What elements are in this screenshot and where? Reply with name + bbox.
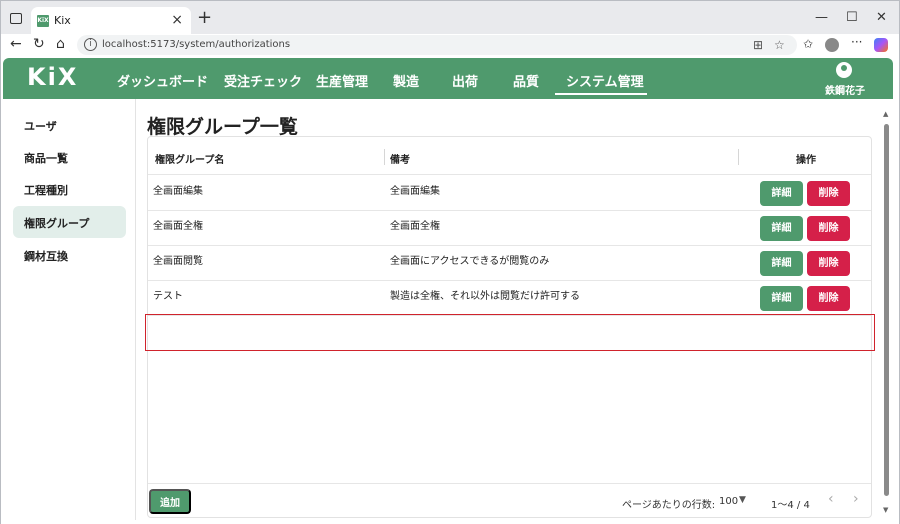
browser-tab[interactable]: KiX Kix × xyxy=(31,7,191,35)
delete-button[interactable]: 削除 xyxy=(807,251,850,276)
window-close-icon[interactable]: ✕ xyxy=(876,10,887,25)
detail-button[interactable]: 詳細 xyxy=(760,181,803,206)
cell-note: 全画面にアクセスできるが閲覧のみ xyxy=(390,256,550,267)
scrollbar-thumb[interactable] xyxy=(884,124,889,496)
pagination-range: 1〜4 / 4 xyxy=(771,500,810,511)
nav-quality[interactable]: 品質 xyxy=(513,71,539,90)
site-info-icon[interactable]: i xyxy=(84,38,97,51)
sidebar-item-steel-compat[interactable]: 鋼材互換 xyxy=(13,239,126,271)
cell-name: 全画面編集 xyxy=(153,186,203,197)
user-name[interactable]: 鉄鋼花子 xyxy=(825,82,865,97)
tab-close-icon[interactable]: × xyxy=(171,12,183,28)
row-divider xyxy=(148,280,871,281)
delete-button[interactable]: 削除 xyxy=(807,286,850,311)
tab-title: Kix xyxy=(54,14,71,27)
scroll-up-icon[interactable]: ▲ xyxy=(883,110,888,118)
cell-name: テスト xyxy=(153,291,183,302)
sidebar-item-label: 工程種別 xyxy=(24,184,68,197)
delete-button[interactable]: 削除 xyxy=(807,216,850,241)
footer-divider xyxy=(148,483,871,484)
sidebar-item-label: ユーザ xyxy=(24,120,57,133)
cell-note: 全画面編集 xyxy=(390,186,440,197)
sidebar: ユーザ 商品一覧 工程種別 権限グループ 鋼材互換 xyxy=(3,99,136,520)
page-title: 権限グループ一覧 xyxy=(147,116,298,138)
column-separator[interactable] xyxy=(384,149,385,165)
favorite-star-icon[interactable]: ☆ xyxy=(774,38,785,52)
delete-button[interactable]: 削除 xyxy=(807,181,850,206)
column-separator[interactable] xyxy=(738,149,739,165)
nav-production[interactable]: 生産管理 xyxy=(316,71,368,90)
favorites-icon[interactable]: ✩ xyxy=(803,37,813,51)
reader-mode-icon[interactable]: ⊞ xyxy=(753,38,763,52)
row-divider xyxy=(148,174,871,175)
next-page-icon[interactable]: › xyxy=(853,491,859,507)
detail-button[interactable]: 詳細 xyxy=(760,286,803,311)
nav-system-admin[interactable]: システム管理 xyxy=(566,71,644,90)
nav-shipping[interactable]: 出荷 xyxy=(452,71,478,90)
column-header-name[interactable]: 権限グループ名 xyxy=(155,151,224,166)
url-text[interactable]: localhost:5173/system/authorizations xyxy=(102,39,290,50)
home-icon[interactable]: ⌂ xyxy=(56,36,65,52)
cell-name: 全画面閲覧 xyxy=(153,256,203,267)
address-bar-row: ← ↻ ⌂ i localhost:5173/system/authorizat… xyxy=(0,34,900,56)
profile-avatar-icon[interactable] xyxy=(825,38,839,52)
sidebar-item-label: 鋼材互換 xyxy=(24,250,68,263)
previous-page-icon[interactable]: ‹ xyxy=(828,491,834,507)
nav-order-check[interactable]: 受注チェック xyxy=(224,71,302,90)
window-frame-left xyxy=(0,56,1,524)
column-header-actions: 操作 xyxy=(796,155,816,166)
chevron-down-icon[interactable]: ▼ xyxy=(739,495,746,505)
scroll-down-icon[interactable]: ▼ xyxy=(883,506,888,514)
copilot-icon[interactable] xyxy=(874,38,888,52)
sidebar-item-label: 権限グループ xyxy=(24,217,90,230)
app-header: KiX ダッシュボード 受注チェック 生産管理 製造 出荷 品質 システム管理 … xyxy=(3,58,893,99)
sidebar-item-process-types[interactable]: 工程種別 xyxy=(13,173,126,205)
user-account-icon[interactable] xyxy=(836,62,852,78)
detail-button[interactable]: 詳細 xyxy=(760,216,803,241)
sidebar-item-authorization-groups[interactable]: 権限グループ xyxy=(13,206,126,238)
nav-active-indicator xyxy=(555,93,647,95)
detail-button[interactable]: 詳細 xyxy=(760,251,803,276)
reload-icon[interactable]: ↻ xyxy=(33,36,45,52)
add-button[interactable]: 追加 xyxy=(149,489,191,514)
more-menu-icon[interactable]: ··· xyxy=(851,35,862,49)
rows-per-page-label: ページあたりの行数: xyxy=(622,500,716,511)
app-logo[interactable]: KiX xyxy=(27,63,78,91)
minimize-icon[interactable]: — xyxy=(815,10,828,25)
cell-note: 製造は全権、それ以外は閲覧だけ許可する xyxy=(390,291,580,302)
cell-note: 全画面全権 xyxy=(390,221,440,232)
nav-manufacturing[interactable]: 製造 xyxy=(393,71,419,90)
maximize-icon[interactable]: ☐ xyxy=(846,10,858,25)
sidebar-item-users[interactable]: ユーザ xyxy=(13,109,126,141)
rows-per-page-select[interactable]: 100 xyxy=(719,496,738,507)
browser-titlebar: KiX Kix × + — ☐ ✕ xyxy=(0,0,900,35)
nav-dashboard[interactable]: ダッシュボード xyxy=(117,71,208,90)
highlight-box xyxy=(145,314,875,351)
new-tab-icon[interactable]: + xyxy=(197,7,212,28)
back-icon[interactable]: ← xyxy=(10,36,22,52)
sidebar-item-products[interactable]: 商品一覧 xyxy=(13,141,126,173)
sidebar-item-label: 商品一覧 xyxy=(24,152,68,165)
row-divider xyxy=(148,210,871,211)
cell-name: 全画面全権 xyxy=(153,221,203,232)
url-bar[interactable]: i localhost:5173/system/authorizations ⊞… xyxy=(77,35,797,55)
column-header-note[interactable]: 備考 xyxy=(390,151,410,166)
tab-favicon-icon: KiX xyxy=(37,15,49,27)
row-divider xyxy=(148,245,871,246)
window-menu-icon[interactable] xyxy=(10,13,22,24)
